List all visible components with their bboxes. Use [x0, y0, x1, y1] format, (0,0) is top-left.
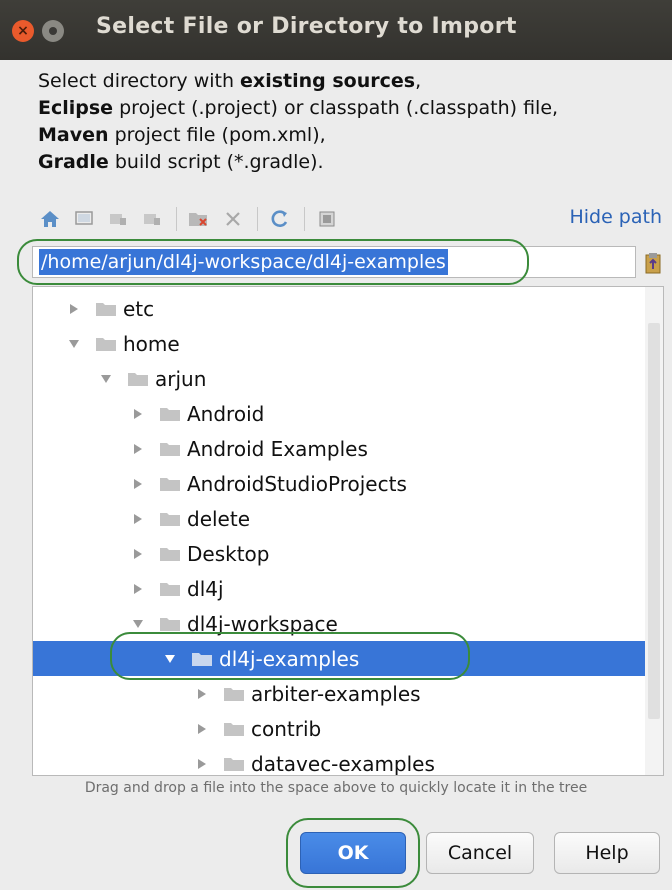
tree-row[interactable]: arbiter-examples	[33, 676, 645, 711]
description-line-1: Select directory with existing sources,	[38, 70, 422, 92]
collapsed-arrow-icon[interactable]	[195, 687, 209, 701]
collapsed-arrow-icon[interactable]	[131, 477, 145, 491]
tree-row-label: dl4j-examples	[219, 646, 360, 671]
tree-row[interactable]: contrib	[33, 711, 645, 746]
description-line-3: Maven project file (pom.xml),	[38, 124, 326, 146]
expanded-arrow-icon[interactable]	[131, 617, 145, 631]
collapsed-arrow-icon[interactable]	[131, 547, 145, 561]
path-input-value: /home/arjun/dl4j-workspace/dl4j-examples	[39, 249, 448, 275]
delete-icon[interactable]	[221, 207, 245, 231]
tree-row[interactable]: home	[33, 326, 645, 361]
desktop-icon[interactable]	[72, 207, 96, 231]
tree-row-label: contrib	[251, 716, 322, 741]
tree-row[interactable]: AndroidStudioProjects	[33, 466, 645, 501]
cancel-button[interactable]: Cancel	[426, 832, 534, 874]
folder-icon	[95, 336, 117, 352]
tree-row[interactable]: etc	[33, 291, 645, 326]
expanded-arrow-icon[interactable]	[163, 652, 177, 666]
tree-row-label: Android	[187, 401, 265, 426]
description-line-2: Eclipse project (.project) or classpath …	[38, 97, 559, 119]
path-input[interactable]: /home/arjun/dl4j-workspace/dl4j-examples	[32, 246, 636, 278]
new-folder-icon[interactable]	[187, 207, 211, 231]
tree-row[interactable]: dl4j	[33, 571, 645, 606]
tree-row-label: arbiter-examples	[251, 681, 421, 706]
tree-row[interactable]: Android Examples	[33, 431, 645, 466]
folder-icon	[159, 581, 181, 597]
tree-row[interactable]: dl4j-examples	[33, 641, 645, 676]
show-hidden-icon[interactable]	[315, 207, 339, 231]
folder-icon	[223, 721, 245, 737]
toolbar-separator	[304, 207, 305, 231]
toolbar-separator	[257, 207, 258, 231]
minimize-window-icon[interactable]	[42, 20, 64, 42]
tree-row[interactable]: delete	[33, 501, 645, 536]
description-line-4: Gradle build script (*.gradle).	[38, 151, 324, 173]
import-description: Select directory with existing sources, …	[38, 68, 658, 176]
tree-row-label: AndroidStudioProjects	[187, 471, 407, 496]
folder-icon	[95, 301, 117, 317]
folder-icon	[191, 651, 213, 667]
collapsed-arrow-icon[interactable]	[67, 302, 81, 316]
tree-row-label: Android Examples	[187, 436, 368, 461]
collapsed-arrow-icon[interactable]	[195, 722, 209, 736]
expanded-arrow-icon[interactable]	[99, 372, 113, 386]
folder-icon	[159, 616, 181, 632]
module-icon[interactable]	[140, 207, 164, 231]
folder-icon	[127, 371, 149, 387]
tree-row-label: home	[123, 331, 180, 356]
folder-icon	[223, 756, 245, 772]
tree-row-label: delete	[187, 506, 251, 531]
expanded-arrow-icon[interactable]	[67, 337, 81, 351]
collapsed-arrow-icon[interactable]	[131, 442, 145, 456]
tree-row[interactable]: dl4j-workspace	[33, 606, 645, 641]
folder-icon	[159, 511, 181, 527]
clipboard-icon[interactable]	[642, 250, 664, 276]
refresh-icon[interactable]	[268, 207, 292, 231]
collapsed-arrow-icon[interactable]	[195, 757, 209, 771]
tree-row[interactable]: Desktop	[33, 536, 645, 571]
tree-scrollbar-thumb[interactable]	[648, 323, 660, 719]
tree-row[interactable]: Android	[33, 396, 645, 431]
toolbar-separator	[176, 207, 177, 231]
help-button[interactable]: Help	[554, 832, 660, 874]
tree-row-label: dl4j-workspace	[187, 611, 338, 636]
folder-icon	[159, 546, 181, 562]
hide-path-link[interactable]: Hide path	[569, 206, 662, 228]
folder-icon	[223, 686, 245, 702]
collapsed-arrow-icon[interactable]	[131, 407, 145, 421]
tree-row-label: etc	[123, 296, 155, 321]
collapsed-arrow-icon[interactable]	[131, 582, 145, 596]
folder-icon	[159, 441, 181, 457]
tree-row-label: arjun	[155, 366, 207, 391]
tree-row[interactable]: arjun	[33, 361, 645, 396]
tree-row-label: Desktop	[187, 541, 270, 566]
file-chooser-toolbar: Hide path	[38, 204, 668, 234]
project-icon[interactable]	[106, 207, 130, 231]
folder-icon	[159, 406, 181, 422]
tree-row[interactable]: datavec-examples	[33, 746, 645, 776]
drag-drop-hint: Drag and drop a file into the space abov…	[84, 780, 588, 796]
home-icon[interactable]	[38, 207, 62, 231]
tree-row-label: datavec-examples	[251, 751, 435, 776]
window-title: Select File or Directory to Import	[96, 14, 517, 39]
ok-button[interactable]: OK	[300, 832, 406, 874]
collapsed-arrow-icon[interactable]	[131, 512, 145, 526]
folder-icon	[159, 476, 181, 492]
title-bar: × Select File or Directory to Import	[0, 0, 672, 60]
tree-row-label: dl4j	[187, 576, 224, 601]
tree-scrollbar[interactable]	[645, 287, 663, 775]
directory-tree[interactable]: datavec-examples contrib arbiter-examples d…	[32, 286, 664, 776]
close-window-icon[interactable]: ×	[12, 20, 34, 42]
